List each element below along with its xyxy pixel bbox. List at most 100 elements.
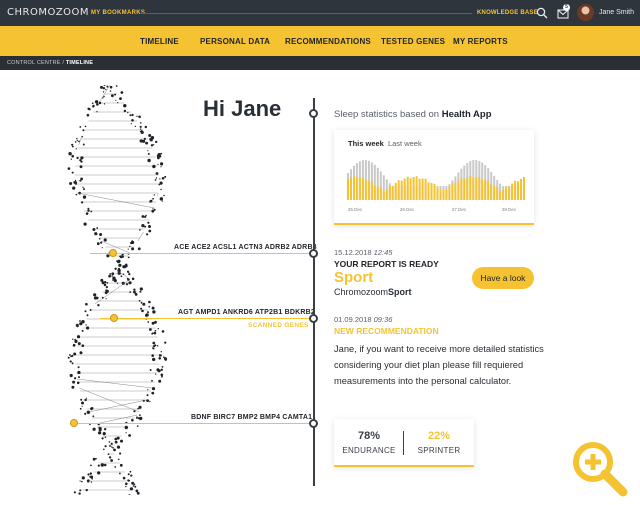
dna-point — [137, 247, 141, 251]
dna-point — [155, 177, 158, 179]
sleep-bar-yellow — [508, 186, 511, 200]
dna-point — [138, 405, 142, 409]
scanned-genes-label: SCANNED GENES — [248, 322, 309, 329]
dna-point — [81, 480, 83, 483]
dna-point — [74, 377, 77, 380]
knowledge-base-link[interactable]: KNOWLEDGE BASE — [477, 10, 538, 16]
dna-point — [117, 458, 120, 461]
logo[interactable]: CHROMOZOOM — [7, 7, 89, 18]
dna-point — [142, 302, 146, 306]
dna-point — [152, 310, 156, 314]
my-bookmarks-link[interactable]: MY BOOKMARKS — [91, 10, 145, 16]
nav-recommendations[interactable]: RECOMMENDATIONS — [285, 37, 371, 46]
dna-point — [151, 306, 155, 310]
dna-point — [117, 268, 121, 273]
sprinter-stat: 22% SPRINTER — [406, 430, 472, 455]
zoom-in-icon[interactable] — [570, 439, 630, 499]
sleep-bar-yellow — [523, 177, 525, 200]
dna-point — [89, 309, 92, 311]
nav-personal-data[interactable]: PERSONAL DATA — [200, 37, 270, 46]
gene-dot-2[interactable] — [110, 314, 118, 322]
sleep-chart: 25.Dec 26.Dec 27.Dec 28.Dec — [347, 160, 525, 212]
dna-point — [154, 344, 157, 347]
dna-point — [84, 310, 87, 313]
sleep-bar-yellow — [373, 185, 376, 200]
sleep-bar-yellow — [472, 178, 475, 200]
dna-point — [110, 459, 113, 462]
dna-point — [111, 94, 114, 98]
nav-tested-genes[interactable]: TESTED GENES — [381, 37, 445, 46]
dna-point — [152, 164, 156, 169]
report-datetime: 15.12.2018 12:45 — [334, 248, 392, 257]
dna-point — [113, 448, 116, 452]
gene-dot-3[interactable] — [70, 419, 78, 427]
gene-group-2[interactable]: AGT AMPD1 ANKRD6 ATP2B1 BDKRB2 — [178, 309, 315, 316]
sleep-bar-yellow — [412, 177, 415, 200]
dna-point — [84, 398, 87, 402]
user-name[interactable]: Jane Smith — [599, 9, 634, 16]
dna-point — [82, 129, 85, 132]
search-icon[interactable] — [536, 7, 548, 19]
gene-group-3[interactable]: BDNF BIRC7 BMP2 BMP4 CAMTA1 — [191, 414, 312, 421]
dna-point — [92, 415, 95, 418]
gene-dot-1[interactable] — [109, 249, 117, 257]
dna-point — [102, 87, 106, 90]
dna-point — [90, 475, 94, 479]
dna-point — [100, 463, 105, 467]
dna-point — [151, 379, 153, 382]
dna-point — [159, 181, 163, 185]
dna-point — [72, 380, 76, 384]
dna-point — [131, 277, 135, 281]
dna-point — [118, 263, 122, 267]
dna-point — [105, 298, 107, 300]
dna-point — [141, 215, 145, 218]
nav-my-reports[interactable]: MY REPORTS — [453, 37, 508, 46]
dna-point — [128, 273, 131, 276]
dna-point — [134, 485, 137, 488]
dna-point — [81, 401, 84, 405]
sleep-bar-yellow — [442, 189, 445, 200]
dna-point — [151, 387, 156, 391]
dna-point — [149, 369, 152, 371]
sleep-bar-yellow — [478, 177, 481, 200]
dna-point — [103, 238, 107, 242]
sleep-chart-card: This week Last week 25.Dec 26.Dec 27.Dec 28… — [334, 130, 534, 225]
dna-point — [149, 400, 151, 403]
dna-point — [123, 104, 127, 108]
dna-point — [163, 356, 165, 359]
sleep-bar-yellow — [376, 186, 379, 200]
dna-point — [79, 480, 81, 482]
sleep-heading-prefix: Sleep statistics based on — [334, 109, 442, 120]
dna-point — [164, 358, 168, 361]
sleep-date-label: 28.Dec — [502, 207, 517, 212]
dna-point — [157, 328, 159, 330]
sleep-heading: Sleep statistics based on Health App — [334, 109, 492, 120]
sleep-bar-yellow — [427, 182, 430, 200]
dna-point — [98, 101, 102, 105]
dna-point — [81, 329, 84, 332]
dna-point — [145, 214, 147, 217]
sleep-date-label: 27.Dec — [452, 207, 467, 212]
dna-point — [103, 283, 107, 287]
dna-point — [111, 272, 115, 276]
dna-point — [164, 341, 167, 344]
dna-point — [79, 322, 83, 326]
dna-point — [85, 324, 87, 326]
sleep-bar-yellow — [499, 190, 502, 200]
dna-point — [153, 194, 156, 196]
dna-point — [136, 425, 139, 427]
gene-group-1[interactable]: ACE ACE2 ACSL1 ACTN3 ADRB2 ADRB3 — [174, 244, 317, 251]
sleep-bar-yellow — [388, 185, 391, 200]
dna-point — [133, 288, 136, 291]
dna-point — [110, 442, 113, 445]
dna-point — [103, 103, 106, 105]
breadcrumb-root[interactable]: CONTROL CENTRE — [7, 60, 61, 66]
dna-point — [144, 125, 147, 129]
dna-point — [71, 143, 74, 146]
dna-point — [139, 287, 143, 291]
dna-point — [101, 281, 105, 285]
have-a-look-button[interactable]: Have a look — [472, 267, 534, 289]
avatar[interactable] — [577, 4, 594, 21]
nav-timeline[interactable]: TIMELINE — [140, 37, 179, 46]
sleep-bar-yellow — [457, 180, 460, 200]
